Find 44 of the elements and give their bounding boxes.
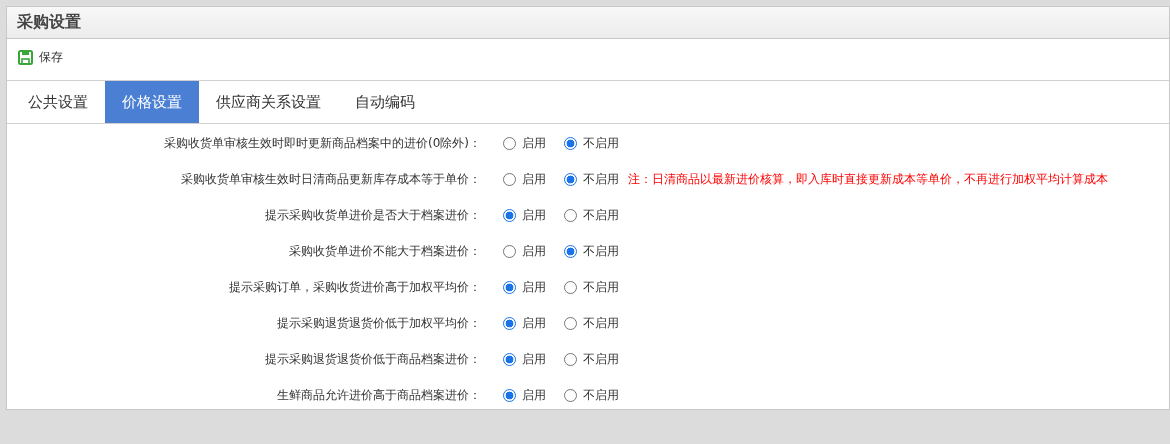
setting-label: 采购收货单进价不能大于档案进价： [288, 242, 481, 260]
radio-button[interactable] [503, 388, 516, 402]
radio-button[interactable] [503, 136, 516, 150]
radio-button[interactable] [564, 388, 577, 402]
radio-button[interactable] [564, 244, 577, 258]
radio-button[interactable] [503, 352, 516, 366]
setting-label: 提示采购订单，采购收货进价高于加权平均价： [228, 278, 481, 296]
radio-button[interactable] [503, 280, 516, 294]
option-label[interactable]: 启用 [522, 386, 546, 404]
option-label[interactable]: 不启用 [583, 386, 619, 404]
setting-label: 提示采购退货退货价低于加权平均价： [276, 314, 481, 332]
option-label[interactable]: 启用 [522, 170, 546, 188]
option-label[interactable]: 不启用 [583, 314, 619, 332]
setting-label: 提示采购退货退货价低于商品档案进价： [264, 350, 481, 368]
window-title: 采购设置 [17, 12, 81, 33]
radio-button[interactable] [564, 172, 577, 186]
radio-button[interactable] [503, 172, 516, 186]
radio-button[interactable] [503, 208, 516, 222]
radio-button[interactable] [564, 136, 577, 150]
setting-label: 采购收货单审核生效时日清商品更新库存成本等于单价： [180, 170, 481, 188]
option-label[interactable]: 不启用 [583, 134, 619, 152]
setting-label: 采购收货单审核生效时即时更新商品档案中的进价(0除外)： [163, 134, 481, 152]
option-label[interactable]: 启用 [522, 278, 546, 296]
setting-label: 生鲜商品允许进价高于商品档案进价： [276, 386, 481, 404]
option-label[interactable]: 启用 [522, 206, 546, 224]
radio-button[interactable] [564, 280, 577, 294]
radio-button[interactable] [564, 316, 577, 330]
option-label[interactable]: 不启用 [583, 242, 619, 260]
option-label[interactable]: 不启用 [583, 278, 619, 296]
option-label[interactable]: 启用 [522, 314, 546, 332]
tab[interactable]: 价格设置 [105, 81, 199, 123]
radio-button[interactable] [503, 316, 516, 330]
option-label[interactable]: 不启用 [583, 170, 619, 188]
option-label[interactable]: 不启用 [583, 206, 619, 224]
option-label[interactable]: 启用 [522, 350, 546, 368]
option-label[interactable]: 不启用 [583, 350, 619, 368]
note-text: 注：日清商品以最新进价核算，即入库时直接更新成本等单价，不再进行加权平均计算成本 [628, 170, 1108, 188]
option-label[interactable]: 启用 [522, 134, 546, 152]
radio-button[interactable] [503, 244, 516, 258]
option-label[interactable]: 启用 [522, 242, 546, 260]
radio-button[interactable] [564, 208, 577, 222]
setting-label: 提示采购收货单进价是否大于档案进价： [264, 206, 481, 224]
radio-button[interactable] [564, 352, 577, 366]
save-button[interactable]: 保存 [18, 49, 63, 66]
